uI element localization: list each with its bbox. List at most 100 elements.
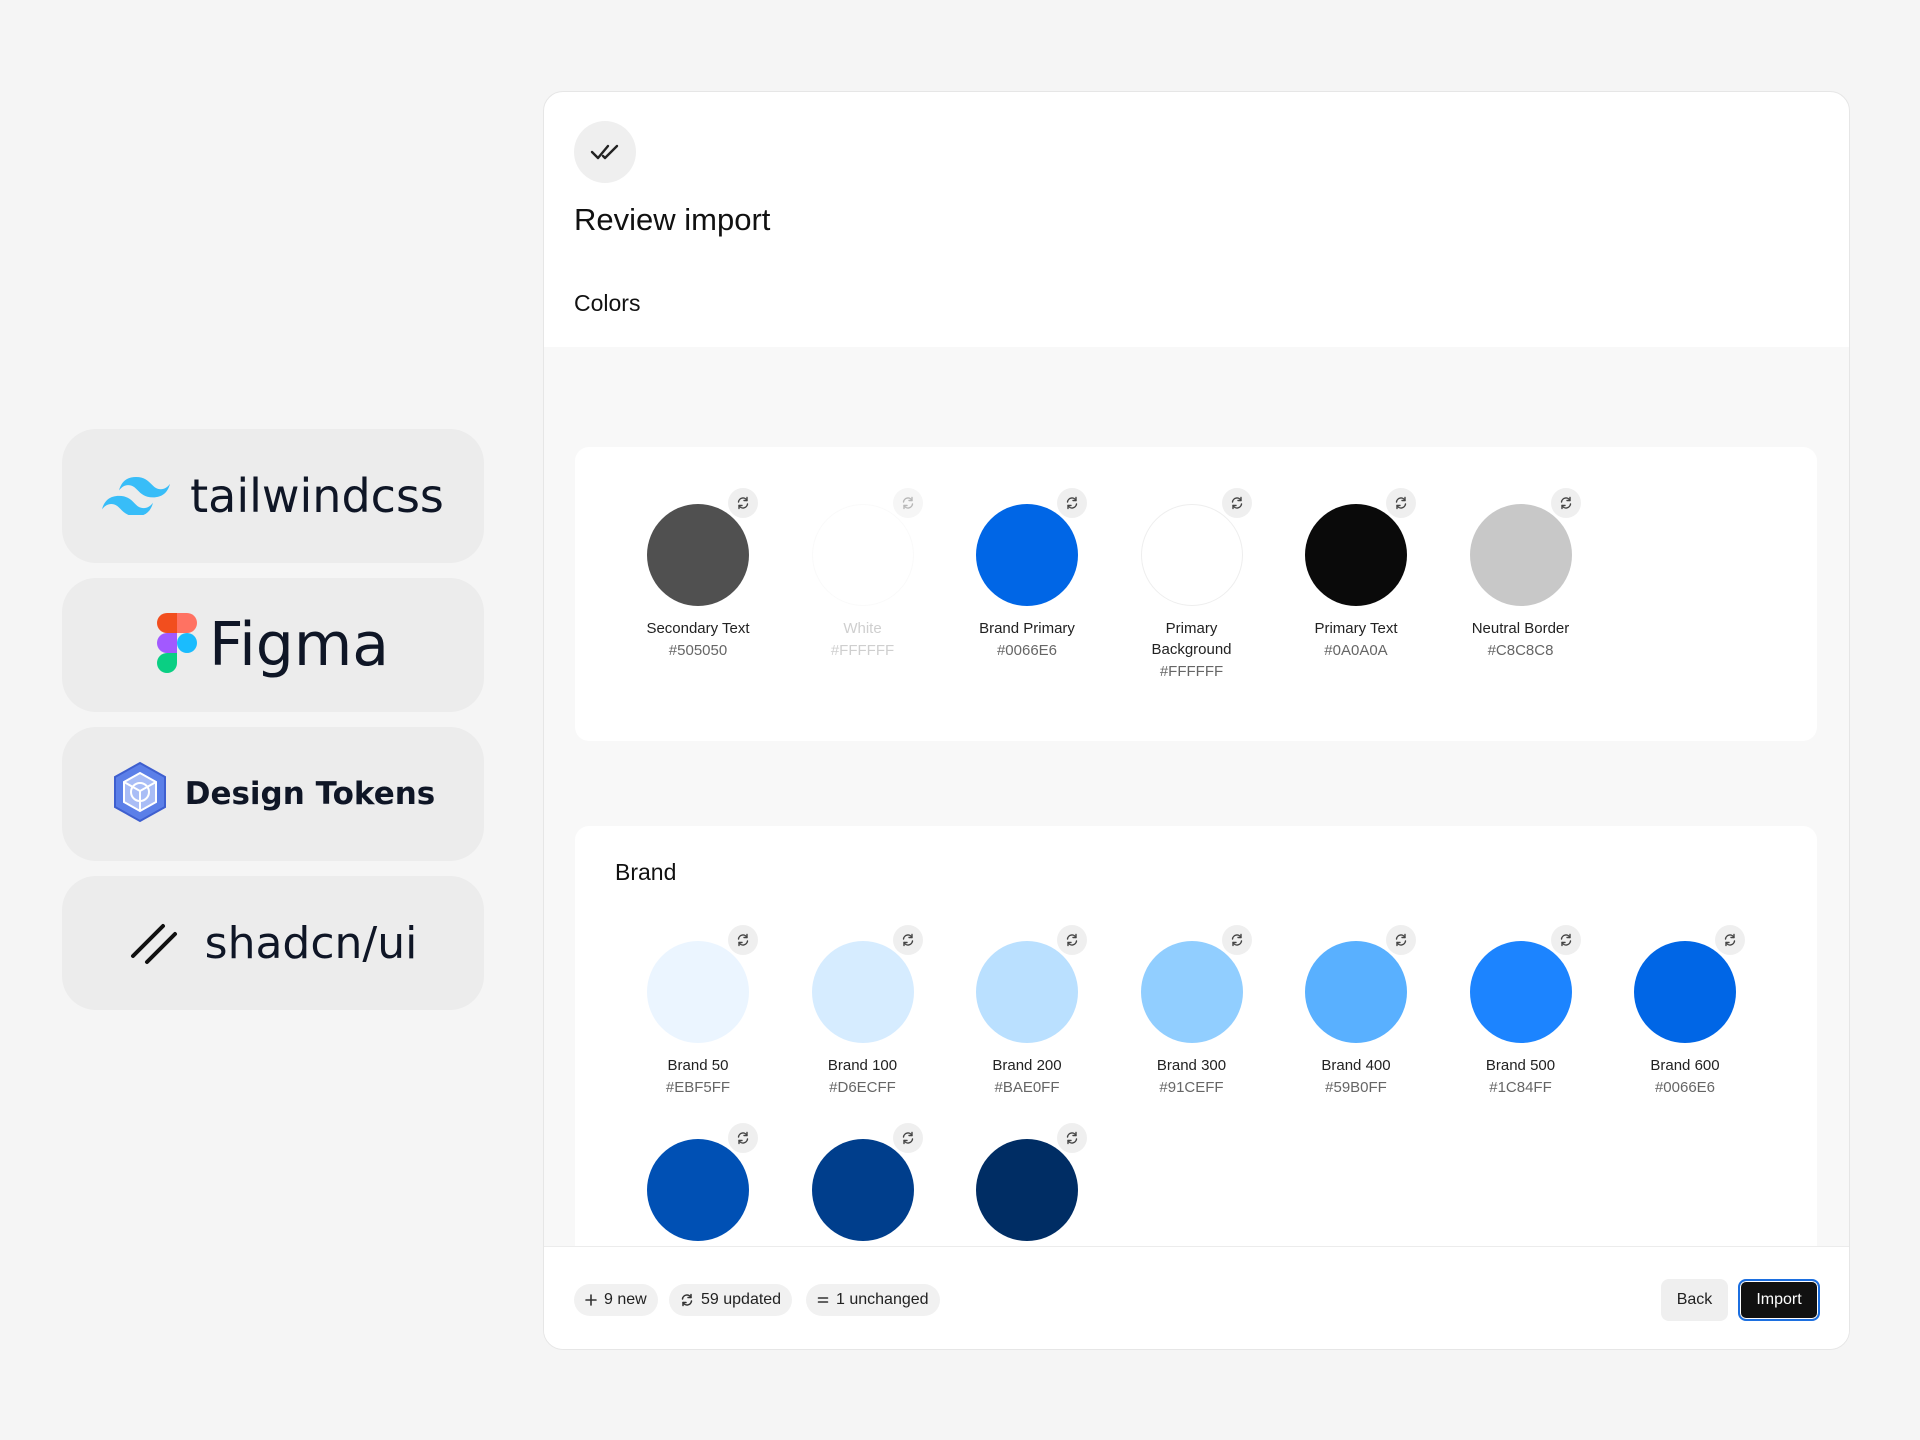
swatch-hex-value: #FFFFFF — [830, 642, 895, 659]
swatch-name: Brand 500 — [1485, 1057, 1556, 1074]
updated-count-badge: 59 updated — [669, 1284, 793, 1316]
refresh-icon[interactable] — [892, 1123, 923, 1153]
swatch-hex-value: #D6ECFF — [829, 1079, 896, 1096]
color-swatch[interactable]: Brand 400 #59B0FF — [1274, 925, 1438, 1098]
source-card-design-tokens[interactable]: Design Tokens — [62, 727, 484, 861]
section-heading-colors: Colors — [574, 290, 641, 316]
swatch-name: Brand Primary — [979, 620, 1075, 637]
swatch-hex-value: #0066E6 — [1654, 1079, 1716, 1096]
color-swatch-circle — [1469, 941, 1572, 1043]
new-count-badge: 9 new — [574, 1284, 658, 1316]
refresh-icon[interactable] — [1550, 925, 1581, 955]
source-label: Figma — [208, 610, 390, 680]
double-check-icon — [574, 121, 636, 183]
swatch-hex-value: #0066E6 — [996, 642, 1058, 659]
colors-group: Secondary Text #505050 White #FFFFFF Brand P… — [575, 447, 1817, 741]
swatch-name: Brand 400 — [1321, 1057, 1391, 1074]
color-swatch[interactable]: Brand 200 #BAE0FF — [945, 925, 1109, 1098]
swatch-name: White — [843, 620, 882, 637]
swatch-name: Brand 300 — [1156, 1057, 1227, 1074]
swatch-hex-value: #1C84FF — [1489, 1079, 1552, 1096]
color-swatch[interactable]: White #FFFFFF — [781, 488, 945, 661]
swatch-name: Secondary Text — [646, 620, 750, 637]
unchanged-count-label: 1 unchanged — [836, 1291, 929, 1308]
refresh-icon[interactable] — [728, 1123, 758, 1153]
swatch-hex-value: #C8C8C8 — [1487, 642, 1554, 659]
refresh-icon[interactable] — [728, 488, 758, 518]
refresh-icon[interactable] — [1057, 488, 1087, 518]
color-swatch-circle — [647, 1139, 749, 1241]
plus-icon — [585, 1294, 597, 1306]
source-card-shadcn-ui[interactable]: shadcn/ui — [62, 876, 484, 1010]
new-count-label: 9 new — [604, 1291, 647, 1308]
color-swatch-circle — [811, 941, 914, 1043]
color-swatch[interactable]: Brand 600 #0066E6 — [1603, 925, 1767, 1098]
refresh-icon[interactable] — [728, 925, 758, 955]
back-button[interactable]: Back — [1661, 1279, 1728, 1321]
import-button[interactable]: Import — [1738, 1279, 1820, 1321]
refresh-icon[interactable] — [1057, 1123, 1087, 1153]
updated-count-label: 59 updated — [701, 1291, 782, 1308]
refresh-icon[interactable] — [1550, 488, 1581, 518]
color-swatch-circle — [976, 504, 1078, 606]
source-card-tailwindcss[interactable]: tailwindcss — [62, 429, 484, 563]
swatch-hex-value: #0A0A0A — [1324, 642, 1388, 659]
footer-bar: 9 new 59 updated 1 unchanged Back Import — [544, 1246, 1849, 1349]
swatch-name: Brand 200 — [992, 1057, 1062, 1074]
color-swatch-circle — [976, 1139, 1078, 1241]
color-swatch-circle — [1305, 941, 1407, 1043]
refresh-icon — [680, 1293, 694, 1307]
shadcn-logo-icon — [129, 916, 179, 971]
equals-icon — [817, 1294, 829, 1306]
source-label: shadcn/ui — [204, 917, 418, 969]
group-heading-brand: Brand — [615, 859, 677, 885]
swatch-name: Brand 100 — [827, 1057, 898, 1074]
color-swatch-circle — [1305, 504, 1407, 606]
color-swatch-circle — [811, 1139, 914, 1241]
refresh-icon[interactable] — [1221, 925, 1252, 955]
swatch-name: Neutral Border — [1471, 620, 1570, 637]
color-swatch[interactable]: Brand 500 #1C84FF — [1439, 925, 1603, 1098]
color-swatch[interactable]: Primary Text #0A0A0A — [1274, 488, 1438, 661]
swatch-hex-value: #FFFFFF — [1159, 663, 1224, 680]
design-tokens-logo-icon — [111, 761, 169, 828]
refresh-icon[interactable] — [892, 488, 923, 518]
color-swatch[interactable]: Primary Background #FFFFFF — [1110, 488, 1274, 682]
color-swatch-circle — [1469, 504, 1572, 606]
swatch-name: Brand 50 — [667, 1057, 729, 1074]
unchanged-count-badge: 1 unchanged — [806, 1284, 940, 1316]
refresh-icon[interactable] — [1221, 488, 1252, 518]
tailwind-logo-icon — [102, 473, 171, 520]
swatch-hex-value: #BAE0FF — [994, 1079, 1060, 1096]
color-swatch[interactable]: Brand Primary #0066E6 — [945, 488, 1109, 661]
color-swatch[interactable]: Secondary Text #505050 — [616, 488, 780, 661]
refresh-icon[interactable] — [892, 925, 923, 955]
source-card-figma[interactable]: Figma — [62, 578, 484, 712]
swatch-name: Brand 600 — [1650, 1057, 1720, 1074]
color-swatch-circle — [976, 941, 1078, 1043]
swatch-name: Primary Background — [1151, 620, 1232, 658]
color-swatch-circle — [1140, 504, 1243, 606]
refresh-icon[interactable] — [1057, 925, 1087, 955]
swatch-hex-value: #505050 — [668, 642, 728, 659]
swatch-hex-value: #EBF5FF — [665, 1079, 731, 1096]
figma-logo-icon — [156, 612, 197, 678]
source-label: Design Tokens — [184, 776, 436, 812]
swatch-hex-value: #91CEFF — [1159, 1079, 1224, 1096]
color-swatch-circle — [647, 941, 749, 1043]
refresh-icon[interactable] — [1386, 925, 1416, 955]
page-title: Review import — [574, 202, 771, 237]
color-swatch-circle — [811, 504, 914, 606]
swatch-name: Primary Text — [1314, 620, 1398, 637]
refresh-icon[interactable] — [1386, 488, 1416, 518]
color-swatch[interactable]: Brand 300 #91CEFF — [1110, 925, 1274, 1098]
color-swatch-circle — [1634, 941, 1736, 1043]
refresh-icon[interactable] — [1715, 925, 1745, 955]
color-swatch[interactable]: Neutral Border #C8C8C8 — [1439, 488, 1603, 661]
token-review-scroll-area[interactable]: Secondary Text #505050 White #FFFFFF Brand P… — [544, 347, 1849, 1346]
swatch-hex-value: #59B0FF — [1325, 1079, 1387, 1096]
review-import-panel: Review import Colors Secondary Text #5050… — [543, 91, 1850, 1350]
color-swatch-circle — [647, 504, 749, 606]
color-swatch[interactable]: Brand 100 #D6ECFF — [781, 925, 945, 1098]
color-swatch[interactable]: Brand 50 #EBF5FF — [616, 925, 780, 1098]
